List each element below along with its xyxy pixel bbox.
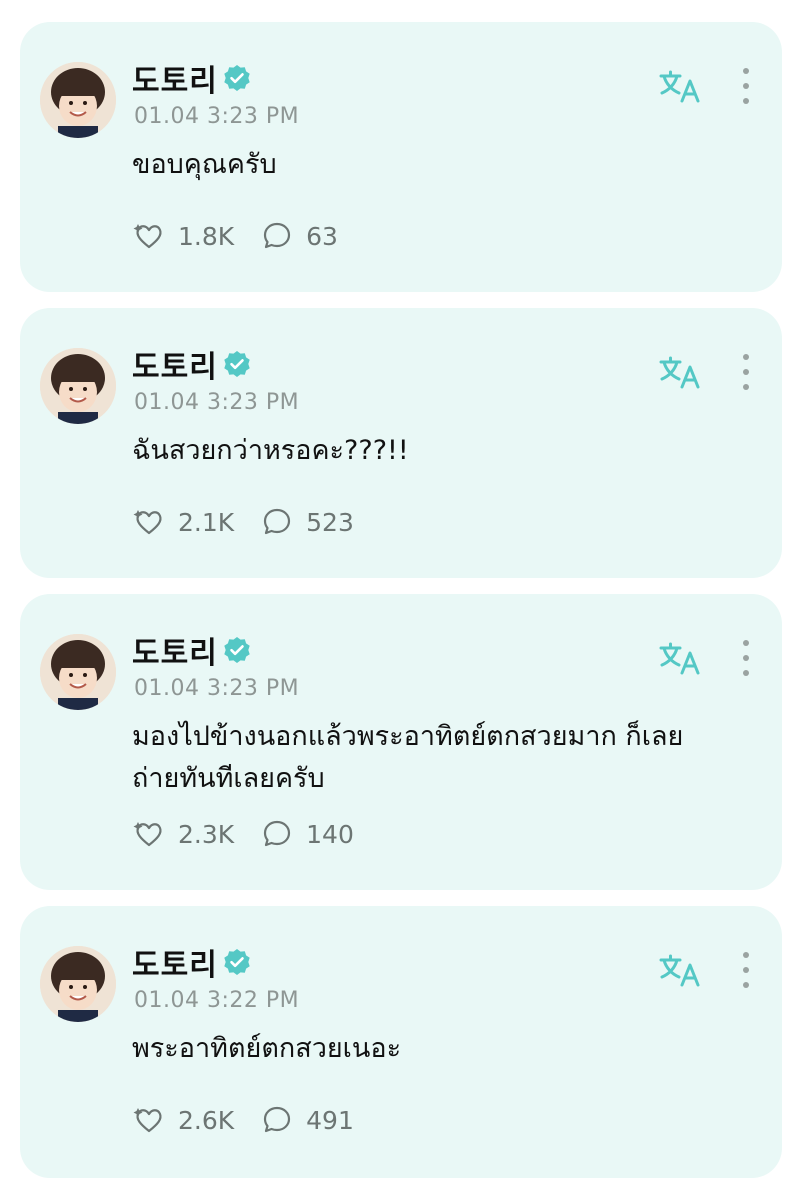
author-name[interactable]: 도토리: [132, 56, 218, 100]
comment-bubble-icon: [264, 1106, 291, 1133]
post-time: 01.04 3:23 PM: [134, 104, 300, 129]
verified-badge-icon: [224, 351, 250, 377]
like-button[interactable]: 2.1K: [132, 505, 234, 539]
author-row: 도토리: [132, 944, 252, 983]
comment-count: 140: [306, 819, 354, 849]
post-feed: 도토리 01.04 3:23 PM ขอบคุณครับ 1.8K 63 도토리…: [0, 0, 802, 1200]
post-text: ฉันสวยกว่าหรอคะ???!!: [132, 435, 409, 466]
author-row: 도토리: [132, 632, 252, 671]
comment-count: 491: [306, 1105, 354, 1135]
translate-icon[interactable]: [658, 952, 702, 988]
post-stats: 2.1K 523: [132, 505, 380, 539]
avatar[interactable]: [40, 62, 116, 138]
post-card[interactable]: 도토리 01.04 3:23 PM ฉันสวยกว่าหรอคะ???!! 2…: [20, 308, 782, 578]
comment-button[interactable]: 140: [260, 817, 354, 851]
heart-sparkle-icon: [133, 510, 162, 535]
like-count: 2.3K: [178, 819, 235, 849]
post-stats: 2.3K 140: [132, 817, 380, 851]
author-name[interactable]: 도토리: [132, 342, 218, 386]
translate-icon[interactable]: [658, 354, 702, 390]
post-text-line: มองไปข้างนอกแล้วพระอาทิตย์ตกสวยมาก ก็เลย: [132, 721, 684, 752]
avatar[interactable]: [40, 946, 116, 1022]
like-button[interactable]: 2.6K: [132, 1103, 234, 1137]
verified-badge-icon: [224, 65, 250, 91]
post-card[interactable]: 도토리 01.04 3:22 PM พระอาทิตย์ตกสวยเนอะ 2.…: [20, 906, 782, 1178]
author-name[interactable]: 도토리: [132, 940, 218, 984]
post-card[interactable]: 도토리 01.04 3:23 PM มองไปข้างนอกแล้วพระอาท…: [20, 594, 782, 890]
like-count: 1.8K: [178, 221, 235, 251]
post-stats: 2.6K 491: [132, 1103, 380, 1137]
more-vertical-icon[interactable]: [740, 952, 752, 988]
author-row: 도토리: [132, 346, 252, 385]
post-stats: 1.8K 63: [132, 219, 364, 253]
comment-button[interactable]: 63: [260, 219, 338, 253]
post-text: ขอบคุณครับ: [132, 149, 277, 180]
comment-button[interactable]: 523: [260, 505, 354, 539]
comment-count: 523: [306, 507, 354, 537]
like-count: 2.1K: [178, 507, 235, 537]
translate-icon[interactable]: [658, 68, 702, 104]
heart-sparkle-icon: [133, 224, 162, 249]
post-text: พระอาทิตย์ตกสวยเนอะ: [132, 1033, 402, 1064]
avatar[interactable]: [40, 348, 116, 424]
more-vertical-icon[interactable]: [740, 354, 752, 390]
translate-icon[interactable]: [658, 640, 702, 676]
comment-count: 63: [306, 221, 338, 251]
more-vertical-icon[interactable]: [740, 68, 752, 104]
comment-bubble-icon: [264, 508, 291, 535]
more-vertical-icon[interactable]: [740, 640, 752, 676]
post-time: 01.04 3:23 PM: [134, 390, 300, 415]
like-button[interactable]: 2.3K: [132, 817, 234, 851]
post-card[interactable]: 도토리 01.04 3:23 PM ขอบคุณครับ 1.8K 63: [20, 22, 782, 292]
post-time: 01.04 3:23 PM: [134, 676, 300, 701]
heart-sparkle-icon: [133, 1108, 162, 1133]
author-row: 도토리: [132, 60, 252, 99]
verified-badge-icon: [224, 637, 250, 663]
heart-sparkle-icon: [133, 822, 162, 847]
avatar[interactable]: [40, 634, 116, 710]
comment-bubble-icon: [264, 820, 291, 847]
post-time: 01.04 3:22 PM: [134, 988, 300, 1013]
author-name[interactable]: 도토리: [132, 628, 218, 672]
like-count: 2.6K: [178, 1105, 235, 1135]
post-text: มองไปข้างนอกแล้วพระอาทิตย์ตกสวยมาก ก็เลย…: [132, 716, 752, 800]
verified-badge-icon: [224, 949, 250, 975]
comment-button[interactable]: 491: [260, 1103, 354, 1137]
comment-bubble-icon: [264, 222, 291, 249]
post-text-line: ถ่ายทันทีเลยครับ: [132, 763, 325, 794]
like-button[interactable]: 1.8K: [132, 219, 234, 253]
